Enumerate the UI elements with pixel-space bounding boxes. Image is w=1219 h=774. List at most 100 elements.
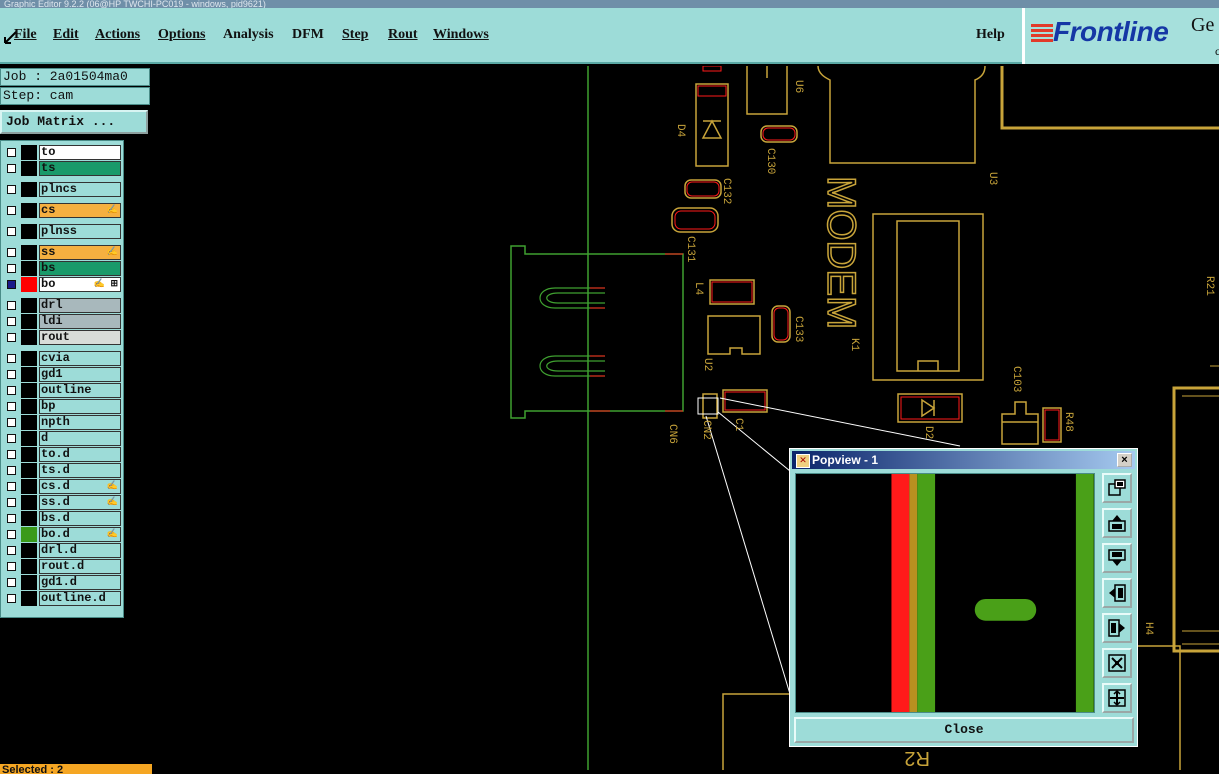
layer-name[interactable]: outline — [39, 383, 121, 398]
layer-row-ldi[interactable]: ldi — [3, 314, 121, 329]
layer-checkbox[interactable] — [7, 301, 16, 310]
layer-checkbox[interactable] — [7, 248, 16, 257]
layer-checkbox[interactable] — [7, 434, 16, 443]
layer-color-swatch[interactable] — [21, 511, 37, 526]
layer-row-outline[interactable]: outline — [3, 383, 121, 398]
layer-color-swatch[interactable] — [21, 224, 37, 239]
zoom-fit-button[interactable] — [1102, 473, 1132, 503]
layer-row-rout[interactable]: rout — [3, 330, 121, 345]
layer-row-plncs[interactable]: plncs — [3, 182, 121, 197]
menu-help[interactable]: Help — [976, 27, 1005, 43]
layer-name[interactable]: plnss — [39, 224, 121, 239]
layer-checkbox[interactable] — [7, 185, 16, 194]
menu-windows[interactable]: Windows — [433, 27, 489, 43]
layer-name[interactable]: cvia — [39, 351, 121, 366]
popview-close-button[interactable]: Close — [794, 717, 1134, 743]
layer-color-swatch[interactable] — [21, 367, 37, 382]
layer-checkbox[interactable] — [7, 514, 16, 523]
layer-row-gd1[interactable]: gd1 — [3, 367, 121, 382]
layer-row-cvia[interactable]: cvia — [3, 351, 121, 366]
layer-name[interactable]: outline.d — [39, 591, 121, 606]
pan-down-button[interactable] — [1102, 543, 1132, 573]
layer-color-swatch[interactable] — [21, 479, 37, 494]
layer-color-swatch[interactable] — [21, 145, 37, 160]
layer-color-swatch[interactable] — [21, 314, 37, 329]
layer-checkbox[interactable] — [7, 498, 16, 507]
layer-color-swatch[interactable] — [21, 383, 37, 398]
layer-color-swatch[interactable] — [21, 431, 37, 446]
layer-checkbox[interactable] — [7, 354, 16, 363]
layer-checkbox[interactable] — [7, 386, 16, 395]
layer-row-cs-d[interactable]: cs.d ✍ — [3, 479, 121, 494]
layer-name[interactable]: ss.d ✍ — [39, 495, 121, 510]
layer-row-plnss[interactable]: plnss — [3, 224, 121, 239]
layer-name[interactable]: bp — [39, 399, 121, 414]
layer-color-swatch[interactable] — [21, 591, 37, 606]
layer-name[interactable]: ts.d — [39, 463, 121, 478]
layer-checkbox[interactable] — [7, 562, 16, 571]
layer-name[interactable]: bo ✍ ⊞ — [39, 277, 121, 292]
layer-checkbox[interactable] — [7, 546, 16, 555]
menu-rout[interactable]: Rout — [388, 27, 418, 43]
layer-color-swatch[interactable] — [21, 330, 37, 345]
layer-row-bo[interactable]: bo ✍ ⊞ — [3, 277, 121, 292]
menu-actions[interactable]: Actions — [95, 27, 140, 43]
menu-step[interactable]: Step — [342, 27, 368, 43]
layer-row-drl[interactable]: drl — [3, 298, 121, 313]
layer-color-swatch[interactable] — [21, 161, 37, 176]
popview-title-bar[interactable]: ✕ Popview - 1 × — [792, 451, 1135, 469]
zoom-out-button[interactable] — [1102, 683, 1132, 713]
layer-row-ts[interactable]: ts — [3, 161, 121, 176]
layer-checkbox[interactable] — [7, 206, 16, 215]
layer-row-cs[interactable]: cs ✍ — [3, 203, 121, 218]
layer-color-swatch[interactable] — [21, 203, 37, 218]
menu-edit[interactable]: Edit — [53, 27, 79, 43]
pan-left-button[interactable] — [1102, 578, 1132, 608]
zoom-in-button[interactable] — [1102, 648, 1132, 678]
layer-name[interactable]: rout — [39, 330, 121, 345]
layer-checkbox[interactable] — [7, 402, 16, 411]
layer-row-npth[interactable]: npth — [3, 415, 121, 430]
layer-row-outline-d[interactable]: outline.d — [3, 591, 121, 606]
layer-color-swatch[interactable] — [21, 463, 37, 478]
layer-name[interactable]: npth — [39, 415, 121, 430]
pan-right-button[interactable] — [1102, 613, 1132, 643]
layer-row-ts-d[interactable]: ts.d — [3, 463, 121, 478]
layer-color-swatch[interactable] — [21, 182, 37, 197]
layer-name[interactable]: drl.d — [39, 543, 121, 558]
layer-row-bp[interactable]: bp — [3, 399, 121, 414]
layer-row-gd1-d[interactable]: gd1.d — [3, 575, 121, 590]
menu-analysis[interactable]: Analysis — [223, 27, 274, 43]
layer-name[interactable]: bs — [39, 261, 121, 276]
layer-checkbox[interactable] — [7, 418, 16, 427]
popview-canvas[interactable] — [795, 473, 1095, 713]
layer-name[interactable]: bs.d — [39, 511, 121, 526]
layer-checkbox[interactable] — [7, 450, 16, 459]
layer-checkbox[interactable] — [7, 578, 16, 587]
layer-checkbox[interactable] — [7, 333, 16, 342]
layer-checkbox[interactable] — [7, 227, 16, 236]
popview-close-icon[interactable]: × — [1117, 453, 1132, 467]
layer-checkbox[interactable] — [7, 594, 16, 603]
layer-name[interactable]: gd1 — [39, 367, 121, 382]
layer-row-rout-d[interactable]: rout.d — [3, 559, 121, 574]
layer-row-bs[interactable]: bs — [3, 261, 121, 276]
layer-name[interactable]: d — [39, 431, 121, 446]
layer-name[interactable]: gd1.d — [39, 575, 121, 590]
layer-checkbox[interactable] — [7, 264, 16, 273]
layer-color-swatch[interactable] — [21, 495, 37, 510]
layer-row-to-d[interactable]: to.d — [3, 447, 121, 462]
menu-file[interactable]: File — [14, 27, 37, 43]
layer-checkbox[interactable] — [7, 317, 16, 326]
layer-color-swatch[interactable] — [21, 575, 37, 590]
layer-checkbox[interactable] — [7, 164, 16, 173]
layer-color-swatch[interactable] — [21, 543, 37, 558]
layer-checkbox[interactable] — [7, 466, 16, 475]
layer-name[interactable]: to — [39, 145, 121, 160]
layer-color-swatch[interactable] — [21, 245, 37, 260]
layer-checkbox[interactable] — [7, 482, 16, 491]
menu-dfm[interactable]: DFM — [292, 27, 324, 43]
layer-name[interactable]: cs ✍ — [39, 203, 121, 218]
layer-row-d[interactable]: d — [3, 431, 121, 446]
layer-checkbox[interactable] — [7, 370, 16, 379]
